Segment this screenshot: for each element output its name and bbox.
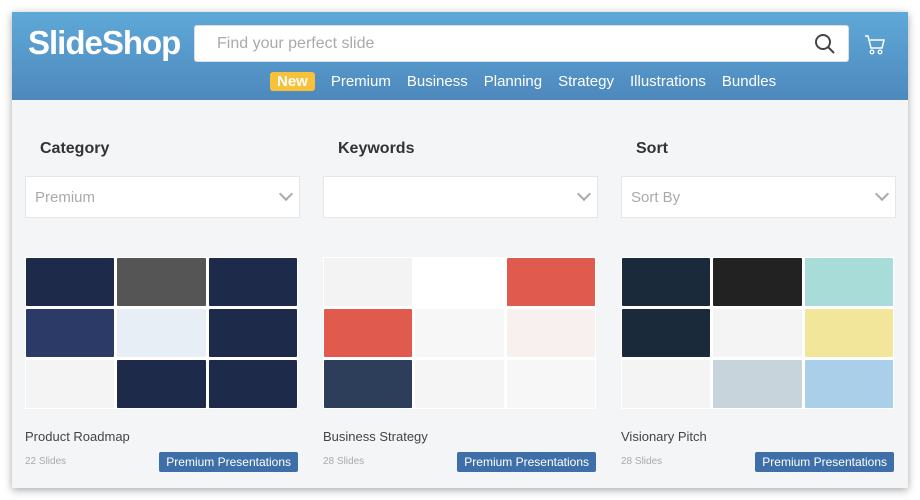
page: SlideShop New Premium Business Planning …	[12, 12, 908, 488]
keywords-label: Keywords	[338, 140, 415, 157]
logo[interactable]: SlideShop	[28, 24, 181, 62]
slide-preview	[324, 258, 413, 306]
slide-preview	[506, 258, 595, 306]
nav: New Premium Business Planning Strategy I…	[270, 72, 776, 91]
nav-planning[interactable]: Planning	[484, 73, 542, 90]
slide-preview	[506, 360, 595, 408]
card-slide-count: 28 Slides	[621, 456, 663, 467]
chevron-down-icon	[278, 186, 294, 202]
chevron-down-icon	[576, 186, 592, 202]
chevron-down-icon	[874, 186, 890, 202]
nav-business[interactable]: Business	[407, 73, 468, 90]
slide-preview	[622, 258, 711, 306]
slide-preview	[713, 360, 802, 408]
card-title[interactable]: Visionary Pitch	[621, 429, 894, 444]
keywords-select[interactable]	[323, 176, 598, 218]
slide-preview	[622, 360, 711, 408]
slide-preview	[324, 360, 413, 408]
nav-strategy[interactable]: Strategy	[558, 73, 614, 90]
product-card[interactable]: Product Roadmap 22 Slides Premium Presen…	[25, 257, 298, 472]
sort-select[interactable]: Sort By	[621, 176, 896, 218]
slide-preview	[26, 309, 115, 357]
card-thumbnail[interactable]	[323, 257, 596, 409]
search-bar	[194, 25, 849, 62]
sort-value: Sort By	[631, 189, 681, 206]
slide-preview	[622, 309, 711, 357]
card-slide-count: 22 Slides	[25, 456, 67, 467]
slide-preview	[804, 258, 893, 306]
search-input[interactable]	[195, 26, 775, 61]
slide-preview	[26, 360, 115, 408]
category-value: Premium	[35, 189, 96, 206]
card-badge[interactable]: Premium Presentations	[457, 452, 596, 472]
card-badge[interactable]: Premium Presentations	[755, 452, 894, 472]
header: SlideShop New Premium Business Planning …	[12, 12, 908, 100]
card-thumbnail[interactable]	[621, 257, 894, 409]
card-title[interactable]: Product Roadmap	[25, 429, 298, 444]
sort-label: Sort	[636, 140, 668, 157]
slide-preview	[804, 309, 893, 357]
slide-preview	[415, 258, 504, 306]
slide-preview	[324, 309, 413, 357]
cart-icon[interactable]	[864, 34, 886, 56]
slide-preview	[713, 309, 802, 357]
card-thumbnail[interactable]	[25, 257, 298, 409]
product-card[interactable]: Business Strategy 28 Slides Premium Pres…	[323, 257, 596, 472]
slide-preview	[208, 309, 297, 357]
nav-new[interactable]: New	[270, 72, 315, 91]
slide-preview	[415, 360, 504, 408]
card-title[interactable]: Business Strategy	[323, 429, 596, 444]
slide-preview	[415, 309, 504, 357]
slide-preview	[117, 309, 206, 357]
slide-preview	[506, 309, 595, 357]
slide-preview	[804, 360, 893, 408]
nav-bundles[interactable]: Bundles	[722, 73, 776, 90]
category-label: Category	[40, 140, 110, 157]
search-icon[interactable]	[814, 33, 836, 55]
card-slide-count: 28 Slides	[323, 456, 365, 467]
slide-preview	[117, 360, 206, 408]
slide-preview	[713, 258, 802, 306]
slide-preview	[117, 258, 206, 306]
card-badge[interactable]: Premium Presentations	[159, 452, 298, 472]
slide-preview	[208, 258, 297, 306]
category-select[interactable]: Premium	[25, 176, 300, 218]
slide-preview	[26, 258, 115, 306]
slide-preview	[208, 360, 297, 408]
nav-premium[interactable]: Premium	[331, 73, 391, 90]
nav-illustrations[interactable]: Illustrations	[630, 73, 706, 90]
product-card[interactable]: Visionary Pitch 28 Slides Premium Presen…	[621, 257, 894, 472]
